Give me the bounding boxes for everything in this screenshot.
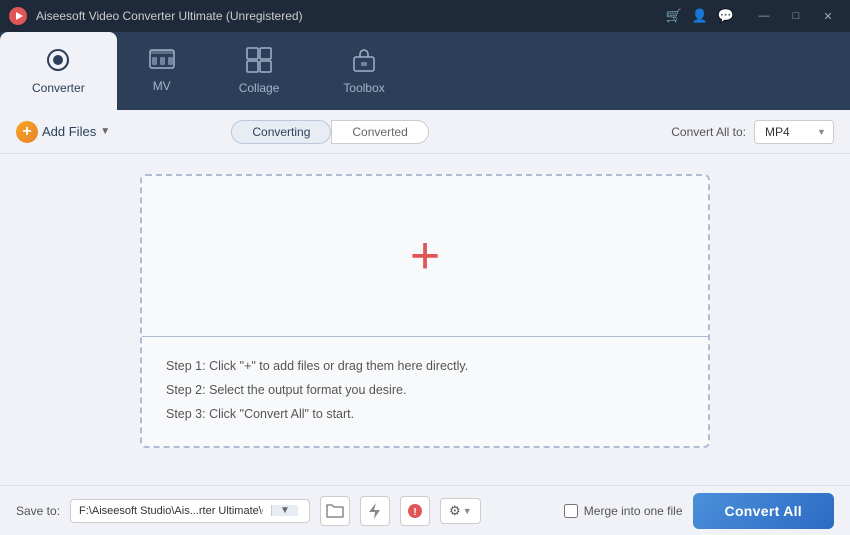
settings-button[interactable]: ⚙ ▼ — [440, 498, 481, 524]
mv-icon — [149, 49, 175, 75]
settings-arrow-icon: ▼ — [463, 506, 472, 516]
nav-bar: Converter MV Collage — [0, 32, 850, 110]
instruction-2: Step 2: Select the output format you des… — [166, 379, 684, 403]
alert-button[interactable]: ! — [400, 496, 430, 526]
tab-converted[interactable]: Converted — [331, 120, 428, 144]
merge-checkbox-container: Merge into one file — [564, 504, 683, 518]
user-icon[interactable]: 👤 — [692, 8, 708, 24]
instruction-3: Step 3: Click "Convert All" to start. — [166, 403, 684, 427]
convert-all-to-label: Convert All to: — [671, 125, 746, 139]
chat-icon[interactable]: 💬 — [718, 8, 734, 24]
tab-toolbox[interactable]: Toolbox — [311, 32, 416, 110]
save-to-label: Save to: — [16, 504, 60, 518]
tab-converter-label: Converter — [32, 81, 85, 95]
format-select[interactable]: MP4 MKV AVI MOV MP3 — [754, 120, 834, 144]
open-folder-button[interactable] — [320, 496, 350, 526]
add-files-button[interactable]: + Add Files ▼ — [16, 121, 110, 143]
toolbar: + Add Files ▼ Converting Converted Conve… — [0, 110, 850, 154]
tab-converting[interactable]: Converting — [231, 120, 331, 144]
convert-all-button[interactable]: Convert All — [693, 493, 834, 529]
tab-mv-label: MV — [153, 79, 171, 93]
flash-button[interactable] — [360, 496, 390, 526]
tab-toolbox-label: Toolbox — [343, 81, 384, 95]
bottom-bar: Save to: ▼ ! ⚙ ▼ Merge into one file Con… — [0, 485, 850, 535]
collage-icon — [246, 47, 272, 77]
tab-mv[interactable]: MV — [117, 32, 207, 110]
app-logo — [8, 6, 28, 26]
maximize-button[interactable]: □ — [782, 6, 810, 26]
instruction-1: Step 1: Click "+" to add files or drag t… — [166, 355, 684, 379]
save-path-input[interactable] — [71, 500, 271, 522]
title-bar-icons: 🛒 👤 💬 — [665, 8, 734, 24]
add-plus-icon: + — [16, 121, 38, 143]
close-button[interactable]: ✕ — [814, 6, 842, 26]
converting-tabs: Converting Converted — [231, 120, 428, 144]
drop-area[interactable]: + — [142, 176, 708, 336]
settings-gear-icon: ⚙ — [449, 503, 461, 519]
save-path-container[interactable]: ▼ — [70, 499, 310, 523]
minimize-button[interactable]: — — [750, 6, 778, 26]
add-files-dropdown-icon[interactable]: ▼ — [100, 126, 110, 137]
converter-icon — [45, 47, 71, 77]
cart-icon[interactable]: 🛒 — [665, 8, 681, 24]
toolbox-icon — [351, 47, 377, 77]
tab-collage[interactable]: Collage — [207, 32, 312, 110]
main-content: + Step 1: Click "+" to add files or drag… — [0, 154, 850, 485]
format-dropdown[interactable]: MP4 MKV AVI MOV MP3 — [754, 120, 834, 144]
tab-collage-label: Collage — [239, 81, 280, 95]
drop-plus-icon: + — [410, 230, 440, 282]
add-files-label: Add Files — [42, 124, 96, 139]
title-bar: Aiseesoft Video Converter Ultimate (Unre… — [0, 0, 850, 32]
merge-checkbox[interactable] — [564, 504, 578, 518]
svg-text:!: ! — [413, 507, 416, 518]
app-title: Aiseesoft Video Converter Ultimate (Unre… — [36, 9, 665, 23]
tab-converter[interactable]: Converter — [0, 32, 117, 110]
convert-all-to: Convert All to: MP4 MKV AVI MOV MP3 — [671, 120, 834, 144]
drop-zone[interactable]: + Step 1: Click "+" to add files or drag… — [140, 174, 710, 448]
instructions: Step 1: Click "+" to add files or drag t… — [142, 337, 708, 446]
path-dropdown-button[interactable]: ▼ — [271, 505, 298, 516]
window-controls: — □ ✕ — [750, 6, 842, 26]
merge-label[interactable]: Merge into one file — [584, 504, 683, 518]
